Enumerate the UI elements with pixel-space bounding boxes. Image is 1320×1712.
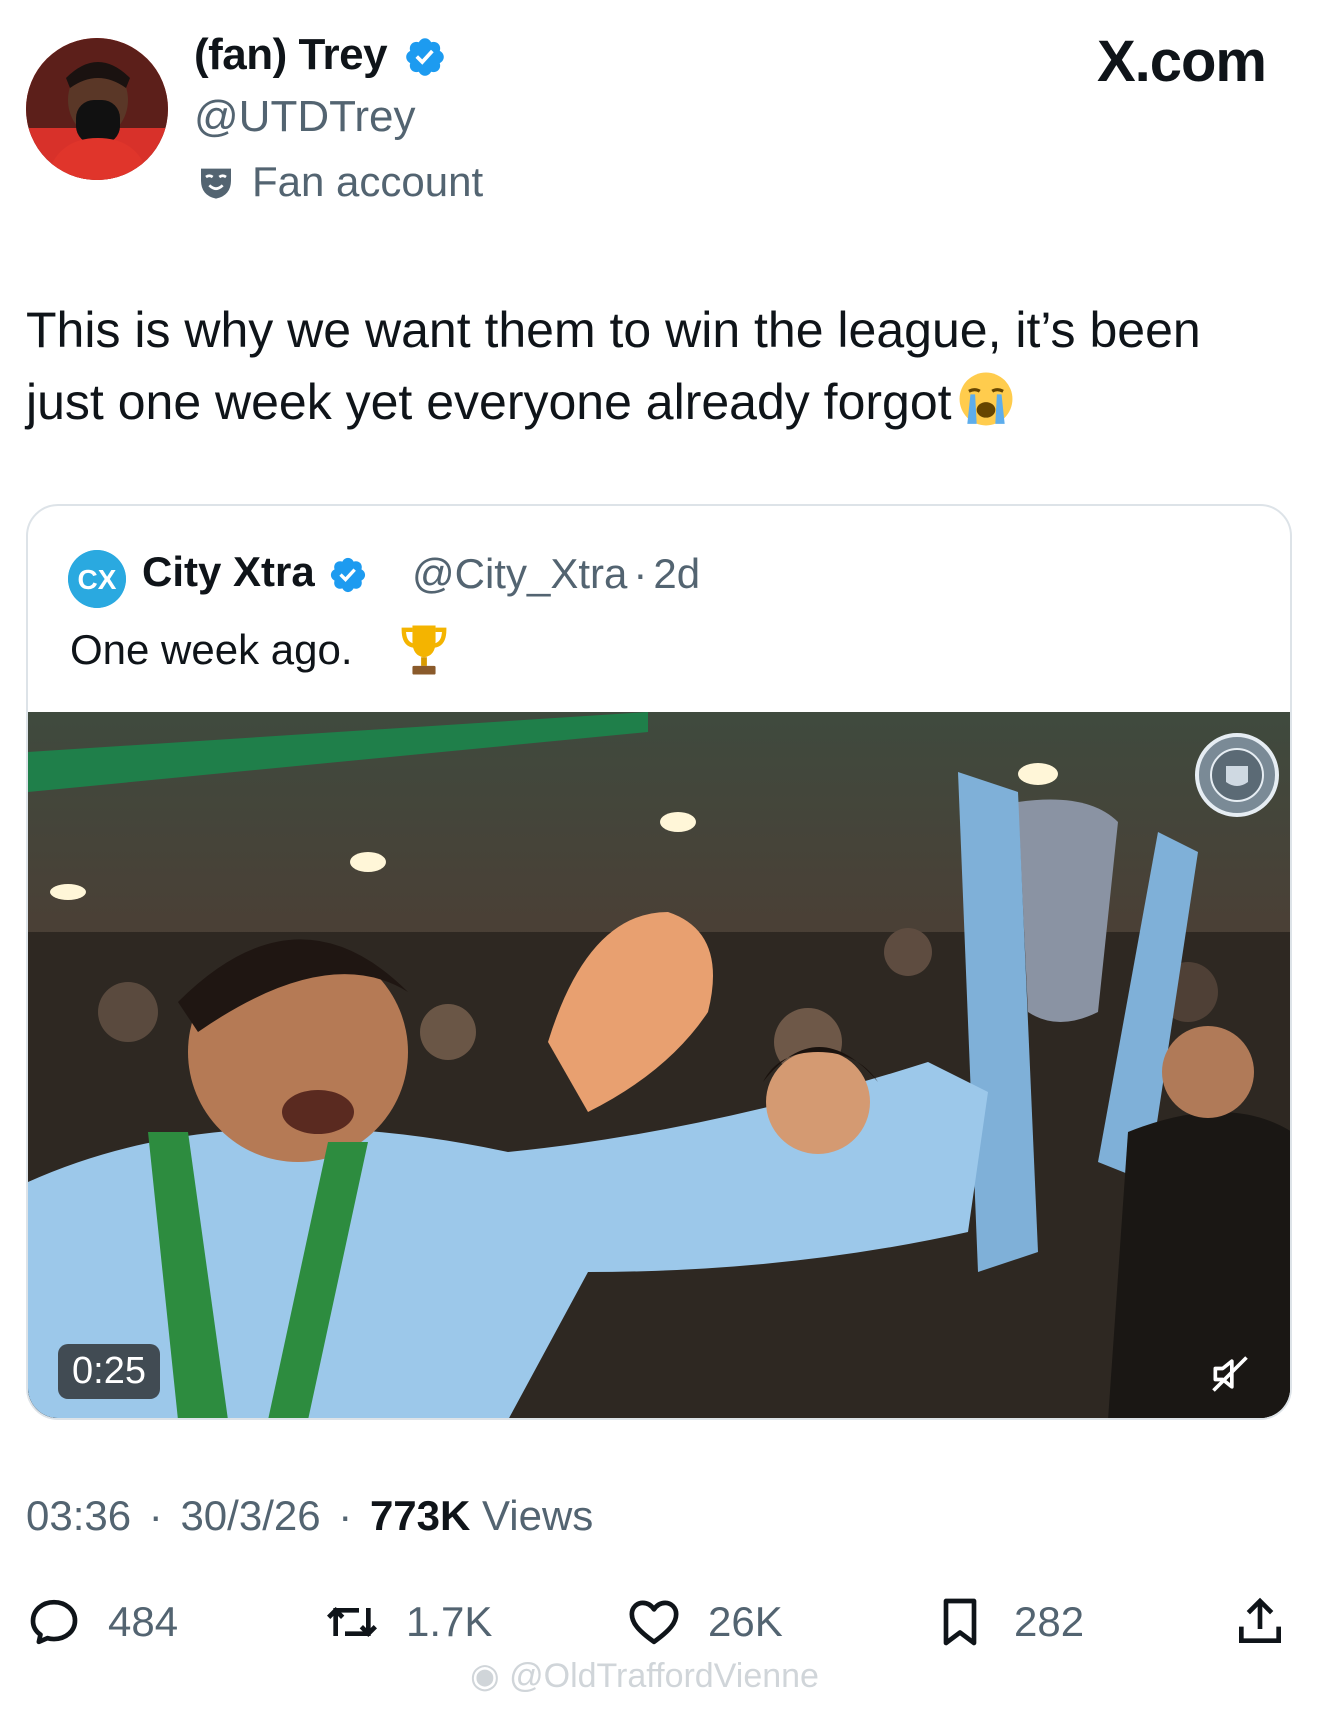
like-button[interactable]: 26K bbox=[626, 1592, 783, 1652]
trophy-icon bbox=[401, 625, 447, 675]
repost-count: 1.7K bbox=[406, 1598, 493, 1645]
fan-account-label: Fan account bbox=[252, 158, 484, 205]
share-icon bbox=[1239, 1597, 1281, 1643]
views-label: Views bbox=[482, 1492, 594, 1539]
reply-count: 484 bbox=[108, 1598, 179, 1645]
verified-badge-icon bbox=[405, 38, 444, 77]
repost-button[interactable]: 1.7K bbox=[324, 1592, 492, 1652]
author-display-name[interactable]: (fan) Trey bbox=[194, 30, 447, 80]
video-frame-image bbox=[28, 712, 1290, 1418]
quote-meta: @City_Xtra · 2d bbox=[412, 550, 701, 597]
views-count: 773K bbox=[369, 1492, 471, 1539]
loudly-crying-face-icon bbox=[959, 372, 1012, 426]
reply-icon bbox=[30, 1599, 78, 1645]
repost-icon bbox=[327, 1607, 377, 1637]
reply-button[interactable]: 484 bbox=[26, 1592, 178, 1652]
tweet-time[interactable]: 03:36 bbox=[26, 1492, 131, 1539]
bookmark-icon bbox=[943, 1598, 977, 1646]
quote-age[interactable]: 2d bbox=[653, 550, 700, 597]
watermark: ◉ @OldTraffordVienne bbox=[470, 1657, 819, 1695]
video-player[interactable]: 0:25 bbox=[28, 712, 1290, 1418]
tweet-text-body: This is why we want them to win the leag… bbox=[26, 302, 1201, 430]
video-duration: 0:25 bbox=[58, 1344, 160, 1399]
heart-icon bbox=[629, 1600, 679, 1645]
fan-account-mask-icon bbox=[201, 168, 231, 199]
tweet-date[interactable]: 30/3/26 bbox=[180, 1492, 320, 1539]
verified-badge-icon bbox=[331, 557, 366, 592]
manchester-city-crest-icon bbox=[1195, 733, 1279, 817]
bookmark-count: 282 bbox=[1014, 1598, 1085, 1645]
weibo-icon: ◉ bbox=[470, 1657, 510, 1695]
bookmark-button[interactable]: 282 bbox=[932, 1592, 1084, 1652]
city-xtra-avatar[interactable]: CX bbox=[68, 550, 126, 608]
quoted-tweet-card[interactable]: CX City Xtra @City_Xtra · 2d One week ago. bbox=[26, 504, 1292, 1420]
like-count: 26K bbox=[708, 1598, 783, 1645]
share-button[interactable] bbox=[1232, 1592, 1288, 1652]
tweet-text: This is why we want them to win the leag… bbox=[26, 294, 1266, 438]
author-handle[interactable]: @UTDTrey bbox=[194, 92, 415, 142]
muted-speaker-icon[interactable] bbox=[1208, 1352, 1252, 1396]
author-avatar[interactable] bbox=[26, 38, 168, 180]
site-label: X.com bbox=[1096, 29, 1267, 94]
quote-author-name[interactable]: City Xtra bbox=[142, 548, 368, 596]
quote-text: One week ago. bbox=[70, 626, 353, 673]
quote-handle[interactable]: @City_Xtra bbox=[412, 550, 627, 597]
tweet-meta: 03:36 · 30/3/26 · 773K Views bbox=[26, 1492, 594, 1539]
svg-text:CX: CX bbox=[78, 564, 117, 595]
